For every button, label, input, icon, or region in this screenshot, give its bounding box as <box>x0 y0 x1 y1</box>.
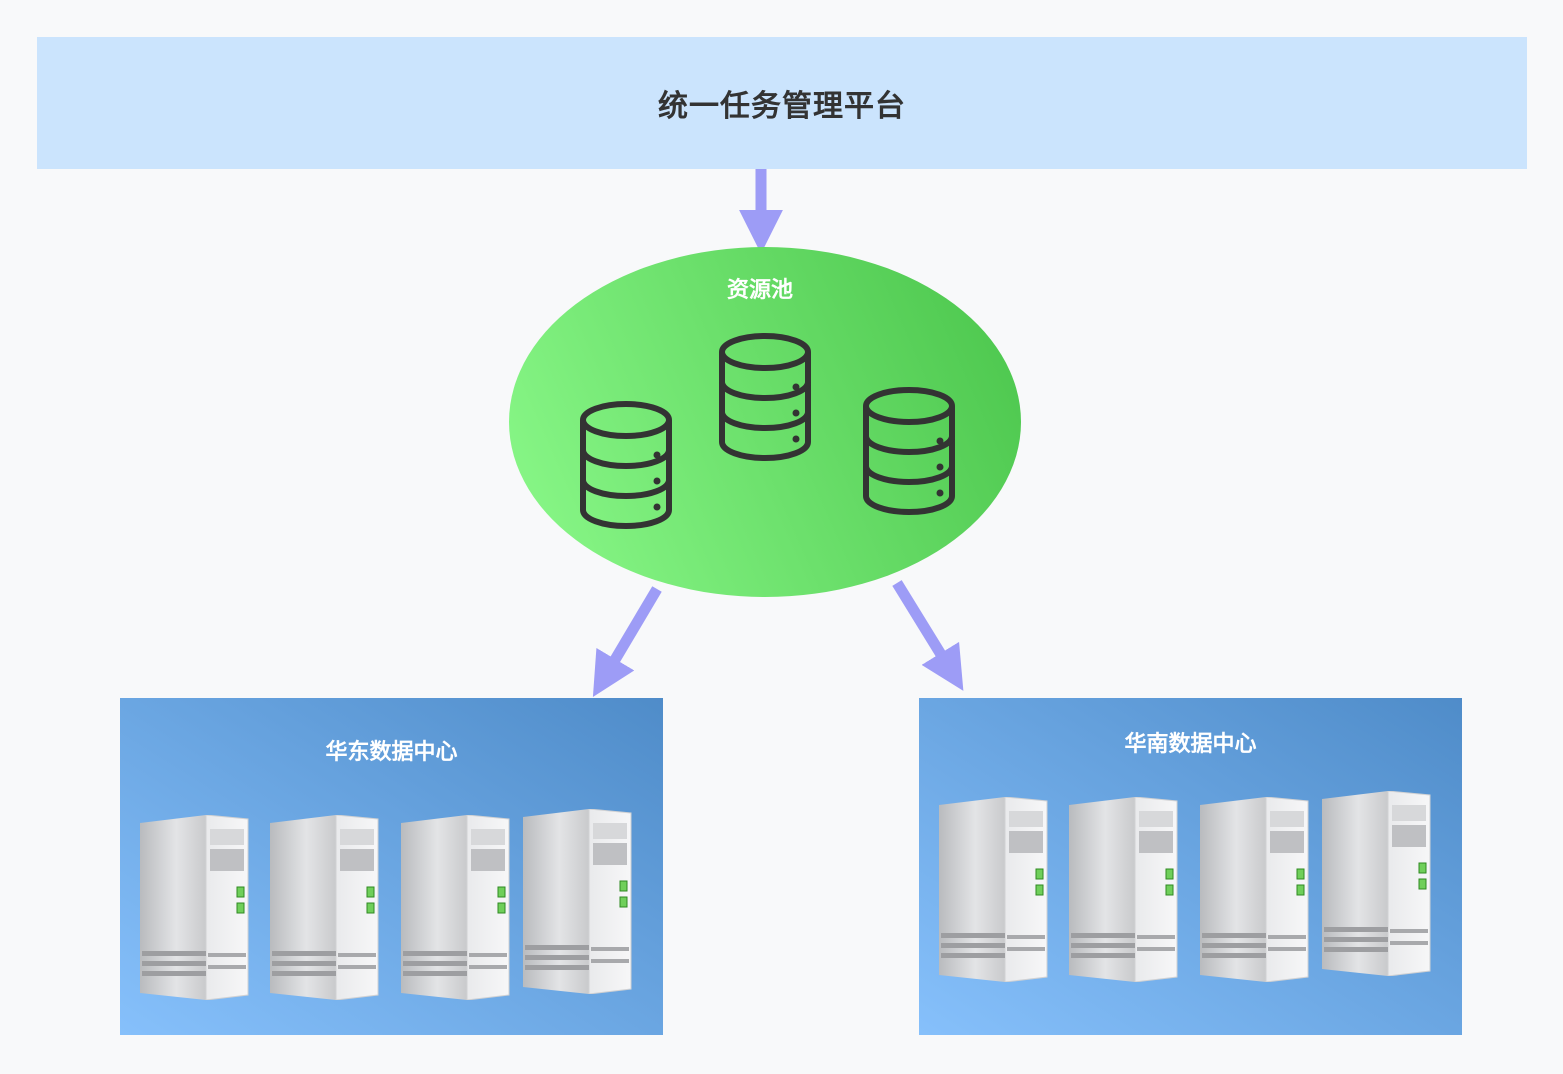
datacenter-east-title: 华东数据中心 <box>325 740 458 765</box>
server-icon <box>1069 796 1179 986</box>
server-icon <box>939 796 1049 986</box>
server-icon <box>401 814 511 1004</box>
resource-pool-title: 资源池 <box>726 278 793 303</box>
datacenter-south: 华南数据中心 <box>919 698 1462 1035</box>
server-icon <box>1322 790 1432 980</box>
arrow-pool-to-east <box>592 586 662 698</box>
server-icon <box>270 814 380 1004</box>
datacenter-south-title: 华南数据中心 <box>1124 732 1257 757</box>
datacenter-east: 华东数据中心 <box>120 698 663 1035</box>
server-icon <box>140 814 250 1004</box>
arrow-pool-to-south <box>892 580 964 691</box>
server-icon <box>523 808 633 998</box>
server-icon <box>1200 796 1310 986</box>
